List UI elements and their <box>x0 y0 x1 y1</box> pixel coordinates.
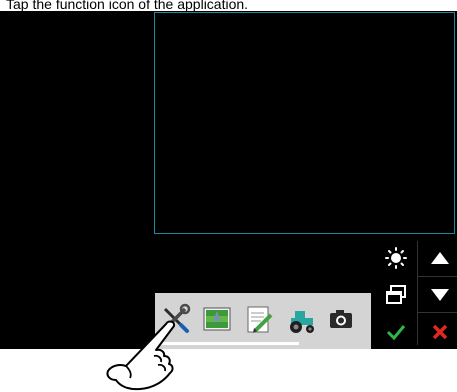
tractor-icon <box>290 311 314 333</box>
application-viewport <box>154 12 455 234</box>
scroll-up-button[interactable] <box>420 241 457 275</box>
camera-app-button[interactable] <box>323 299 359 339</box>
notepad-pencil-icon <box>247 306 273 333</box>
tractor-app-button[interactable] <box>283 299 319 339</box>
triangle-down-icon <box>430 289 449 301</box>
side-panel-separator <box>418 276 457 277</box>
confirm-button[interactable] <box>376 315 415 349</box>
checkmark-icon <box>386 325 405 340</box>
side-button-panel <box>374 239 457 349</box>
window-switch-button[interactable] <box>376 278 415 312</box>
field-map-app-button[interactable] <box>199 299 235 339</box>
scroll-down-button[interactable] <box>420 278 457 312</box>
triangle-up-icon <box>430 252 449 264</box>
cross-icon <box>432 324 447 340</box>
windows-icon <box>385 285 406 304</box>
cancel-button[interactable] <box>420 315 457 349</box>
camera-icon <box>330 310 352 328</box>
side-panel-divider <box>417 241 418 345</box>
field-map-icon <box>203 307 231 331</box>
side-panel-separator <box>418 312 457 313</box>
brightness-button[interactable] <box>376 241 415 275</box>
sun-icon <box>384 247 407 269</box>
notepad-app-button[interactable] <box>241 299 277 339</box>
terminal-screen <box>0 11 457 349</box>
pointing-hand-icon <box>106 320 176 391</box>
